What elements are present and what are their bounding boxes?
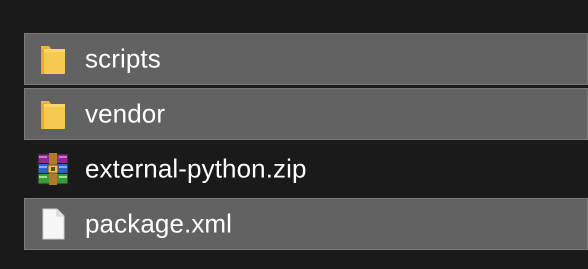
file-name: scripts [85, 43, 161, 74]
folder-icon [41, 46, 65, 74]
file-list: scripts vendor external-python.zip packa… [24, 33, 588, 253]
winrar-archive-icon [37, 153, 69, 185]
file-explorer-view: scripts vendor external-python.zip packa… [0, 0, 588, 269]
file-name: external-python.zip [85, 153, 307, 184]
folder-icon [41, 101, 65, 129]
document-icon [42, 208, 65, 240]
file-list-item-package-xml[interactable]: package.xml [24, 198, 588, 250]
file-name: vendor [85, 98, 166, 129]
file-name: package.xml [85, 208, 233, 239]
file-list-item-scripts[interactable]: scripts [24, 33, 588, 85]
file-list-item-vendor[interactable]: vendor [24, 88, 588, 140]
file-list-item-external-python-zip[interactable]: external-python.zip [24, 143, 588, 195]
